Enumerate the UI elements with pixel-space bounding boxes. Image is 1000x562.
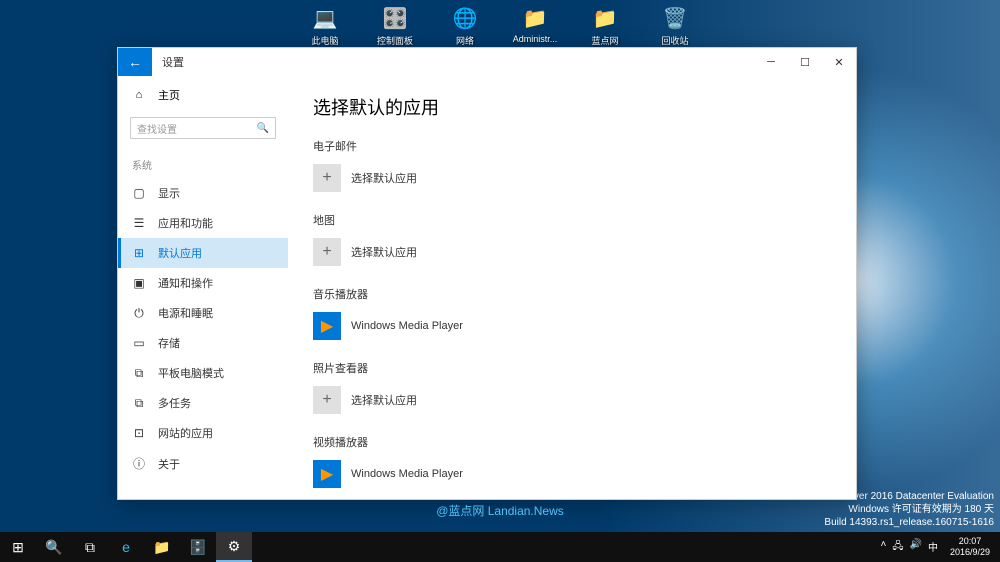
window-title: 设置 [162, 54, 184, 70]
sidebar-item-label: 显示 [158, 185, 180, 201]
sidebar-home[interactable]: ⌂ 主页 [118, 81, 288, 109]
sidebar-item-label: 存储 [158, 335, 180, 351]
desktop-icon-landian[interactable]: 📁蓝点网 [579, 5, 631, 47]
app-choice-4[interactable]: ▶ Windows Media Player [313, 458, 831, 490]
close-button[interactable]: ✕ [822, 48, 856, 76]
minimize-button[interactable]: ─ [754, 48, 788, 76]
desktop-icons-row: 💻此电脑 🎛️控制面板 🌐网络 📁Administr... 📁蓝点网 🗑️回收站 [299, 5, 701, 47]
sidebar-item-label: 网站的应用 [158, 425, 213, 441]
sidebar-item-4[interactable]: ⏻ 电源和睡眠 [118, 298, 288, 328]
search-button[interactable]: 🔍 [36, 532, 72, 562]
app-icon: + [313, 386, 341, 414]
app-choice-2[interactable]: ▶ Windows Media Player [313, 310, 831, 342]
sidebar-item-0[interactable]: ▢ 显示 [118, 178, 288, 208]
sidebar-item-label: 电源和睡眠 [158, 305, 213, 321]
tray-ime-icon[interactable]: 中 [928, 539, 938, 556]
desktop-icon-recycle-bin[interactable]: 🗑️回收站 [649, 5, 701, 47]
sidebar-icon: ⧉ [132, 396, 146, 411]
control-panel-icon: 🎛️ [382, 5, 408, 31]
taskbar-explorer[interactable]: 📁 [144, 532, 180, 562]
sidebar-icon: ⧉ [132, 366, 146, 381]
taskbar-ie[interactable]: e [108, 532, 144, 562]
network-icon: 🌐 [452, 5, 478, 31]
app-choice-0[interactable]: + 选择默认应用 [313, 162, 831, 194]
taskbar-clock[interactable]: 20:07 2016/9/29 [944, 536, 996, 558]
app-choice-3[interactable]: + 选择默认应用 [313, 384, 831, 416]
sidebar-item-1[interactable]: ☰ 应用和功能 [118, 208, 288, 238]
system-tray[interactable]: ˄ 🖧 🔊 中 20:07 2016/9/29 [881, 536, 1000, 558]
start-button[interactable]: ⊞ [0, 532, 36, 562]
maximize-button[interactable]: ☐ [788, 48, 822, 76]
tray-volume-icon[interactable]: 🔊 [910, 539, 922, 556]
settings-content: 选择默认的应用 电子邮件 + 选择默认应用 地图 + 选择默认应用 音乐播放器 … [288, 76, 856, 499]
sidebar-item-label: 关于 [158, 456, 180, 472]
search-input[interactable]: 查找设置 [130, 117, 276, 139]
category-label: 视频播放器 [313, 434, 831, 450]
app-name: Windows Media Player [351, 320, 463, 332]
sidebar-item-2[interactable]: ⊞ 默认应用 [118, 238, 288, 268]
window-controls: ─ ☐ ✕ [754, 48, 856, 76]
sidebar-item-label: 通知和操作 [158, 275, 213, 291]
sidebar-icon: ▢ [132, 186, 146, 200]
back-button[interactable]: ← [118, 48, 152, 76]
sidebar-icon: ⓘ [132, 455, 146, 472]
taskbar: ⊞ 🔍 ⧉ e 📁 🗄️ ⚙ ˄ 🖧 🔊 中 20:07 2016/9/29 [0, 532, 1000, 562]
settings-sidebar: ⌂ 主页 查找设置 系统 ▢ 显示 ☰ 应用和功能 ⊞ 默认应用 ▣ 通知和操作 ⏻ 电源和睡眠 ▭… [118, 76, 288, 499]
app-icon: + [313, 164, 341, 192]
category-label: 照片查看器 [313, 360, 831, 376]
sidebar-item-5[interactable]: ▭ 存储 [118, 328, 288, 358]
category-label: 音乐播放器 [313, 286, 831, 302]
sidebar-icon: ⏻ [132, 306, 146, 321]
computer-icon: 💻 [312, 5, 338, 31]
sidebar-item-3[interactable]: ▣ 通知和操作 [118, 268, 288, 298]
app-icon: ▶ [313, 460, 341, 488]
window-titlebar[interactable]: ← 设置 ─ ☐ ✕ [118, 48, 856, 76]
sidebar-icon: ▭ [132, 336, 146, 350]
desktop-icon-this-pc[interactable]: 💻此电脑 [299, 5, 351, 47]
folder-icon: 📁 [592, 5, 618, 31]
tray-network-icon[interactable]: 🖧 [892, 539, 903, 556]
sidebar-icon: ▣ [132, 276, 146, 290]
sidebar-icon: ☰ [132, 216, 146, 230]
home-icon: ⌂ [132, 89, 146, 101]
sidebar-icon: ⊞ [132, 246, 146, 260]
app-name: 选择默认应用 [351, 170, 417, 186]
page-title: 选择默认的应用 [313, 94, 831, 120]
sidebar-item-label: 多任务 [158, 395, 191, 411]
sidebar-item-label: 应用和功能 [158, 215, 213, 231]
app-name: 选择默认应用 [351, 244, 417, 260]
folder-icon: 📁 [522, 5, 548, 31]
desktop-icon-control-panel[interactable]: 🎛️控制面板 [369, 5, 421, 47]
desktop-icon-admin[interactable]: 📁Administr... [509, 5, 561, 47]
sidebar-item-7[interactable]: ⧉ 多任务 [118, 388, 288, 418]
sidebar-item-9[interactable]: ⓘ 关于 [118, 448, 288, 479]
recycle-bin-icon: 🗑️ [662, 5, 688, 31]
settings-window: ← 设置 ─ ☐ ✕ ⌂ 主页 查找设置 系统 ▢ 显示 ☰ 应用和功能 ⊞ 默认应用 ▣ 通… [117, 47, 857, 500]
taskbar-settings[interactable]: ⚙ [216, 532, 252, 562]
sidebar-item-label: 平板电脑模式 [158, 365, 224, 381]
app-choice-1[interactable]: + 选择默认应用 [313, 236, 831, 268]
sidebar-item-label: 默认应用 [158, 245, 202, 261]
watermark-center: @蓝点网 Landian.News [436, 502, 564, 519]
desktop-icon-network[interactable]: 🌐网络 [439, 5, 491, 47]
category-label: 地图 [313, 212, 831, 228]
sidebar-item-6[interactable]: ⧉ 平板电脑模式 [118, 358, 288, 388]
sidebar-item-8[interactable]: ⊡ 网站的应用 [118, 418, 288, 448]
app-icon: ▶ [313, 312, 341, 340]
app-icon: + [313, 238, 341, 266]
app-name: 选择默认应用 [351, 392, 417, 408]
category-label: 电子邮件 [313, 138, 831, 154]
sidebar-icon: ⊡ [132, 426, 146, 440]
tray-chevron-icon[interactable]: ˄ [881, 539, 887, 556]
task-view-button[interactable]: ⧉ [72, 532, 108, 562]
sidebar-section-label: 系统 [118, 147, 288, 178]
app-name: Windows Media Player [351, 468, 463, 480]
taskbar-server-manager[interactable]: 🗄️ [180, 532, 216, 562]
